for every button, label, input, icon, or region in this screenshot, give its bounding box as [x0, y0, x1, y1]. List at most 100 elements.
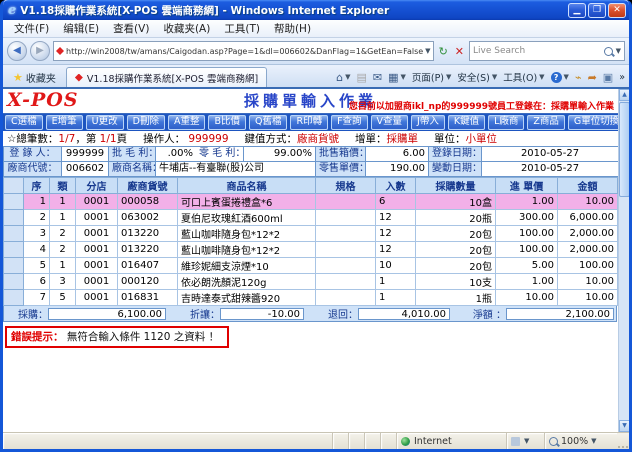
search-dropdown-button[interactable]: ▼: [616, 47, 621, 55]
login-person-field[interactable]: 999999: [62, 147, 109, 162]
table-cell: 5: [24, 258, 50, 274]
table-row[interactable]: 320001013220藍山咖啡隨身包*12*21220包100.002,000…: [4, 226, 618, 242]
vendor-name-label: 廠商名稱：: [109, 162, 156, 177]
toolbar-button[interactable]: G單位切換: [568, 115, 625, 130]
login-date-field[interactable]: 2010-05-27: [482, 147, 618, 162]
change-date-field[interactable]: 2010-05-27: [482, 162, 618, 177]
summary-row: 採購： 6,100.00 折讓： -10.00 退回： 4,010.00 淨額 …: [3, 306, 617, 322]
table-row[interactable]: 420001013220藍山咖啡隨身包*12*21220包100.002,000…: [4, 242, 618, 258]
table-cell: 013220: [118, 242, 178, 258]
table-cell: 1: [50, 194, 76, 210]
table-cell: 4: [24, 242, 50, 258]
table-cell: 0001: [76, 258, 118, 274]
stop-button[interactable]: ✕: [453, 45, 466, 58]
row-selector-cell[interactable]: [4, 226, 24, 242]
operator-label: 操作人：: [143, 133, 185, 145]
toolbar-button[interactable]: J帶入: [411, 115, 445, 130]
menu-item[interactable]: 帮助(H): [267, 20, 318, 37]
tabs-bar: ★ 收藏夹 V1.18採購作業系統[X-POS 雲端商務網] ⌂▼ ▤ ✉ ▦▼…: [3, 65, 629, 89]
toolbar-button[interactable]: D刪除: [127, 115, 165, 130]
scrollbar-up-button[interactable]: ▲: [619, 89, 629, 101]
forward-button[interactable]: ▶: [30, 41, 50, 61]
table-cell: 1.00: [496, 274, 558, 290]
page-menu-button[interactable]: 页面(P)▼: [412, 70, 452, 84]
zoom-control[interactable]: 100% ▼: [545, 433, 617, 449]
favorites-star-icon: ★: [13, 71, 23, 84]
scrollbar-thumb[interactable]: [619, 102, 629, 197]
table-row[interactable]: 630001000120依必朗洗顏泥120g110支1.0010.00: [4, 274, 618, 290]
refresh-button[interactable]: ↻: [437, 45, 450, 58]
menu-item[interactable]: 编辑(E): [56, 20, 106, 37]
home-button[interactable]: ⌂▼: [336, 71, 350, 84]
status-bar: Internet ▼ 100% ▼: [3, 432, 629, 449]
table-cell: 1: [376, 290, 416, 306]
toolbar-button[interactable]: F查詢: [331, 115, 367, 130]
table-header-cell: 金額: [558, 178, 618, 194]
vendor-code-field[interactable]: 006602: [62, 162, 109, 177]
feed-button[interactable]: ▤: [356, 71, 366, 84]
quick-tool-icon[interactable]: ⌁: [575, 71, 582, 84]
error-label: 錯誤提示：: [11, 331, 64, 343]
box-price-field[interactable]: 6.00: [366, 147, 429, 162]
overflow-chevron[interactable]: »: [619, 72, 625, 83]
table-row[interactable]: 210001063002夏伯尼玫瑰紅酒600ml1220瓶300.006,000…: [4, 210, 618, 226]
toolbar-button[interactable]: Q舊檔: [249, 115, 287, 130]
toolbar-button[interactable]: B比價: [208, 115, 246, 130]
toolbar-button[interactable]: A重整: [168, 115, 206, 130]
row-selector-cell[interactable]: [4, 290, 24, 306]
vendor-name-field[interactable]: 牛埔店--有臺聯(股)公司: [156, 162, 316, 177]
send-to-icon[interactable]: ➦: [588, 71, 597, 84]
row-selector-cell[interactable]: [4, 210, 24, 226]
scrollbar-down-button[interactable]: ▼: [619, 420, 629, 432]
toolbar-button[interactable]: V查量: [371, 115, 409, 130]
table-header-row: 序類分店廠商貨號商品名稱規格入數採購數量進 單價金額: [4, 178, 618, 194]
protected-mode-button[interactable]: ▼: [507, 433, 545, 449]
close-button[interactable]: ✕: [608, 3, 626, 18]
safety-menu-button[interactable]: 安全(S)▼: [457, 70, 497, 84]
favorites-button[interactable]: ★ 收藏夹: [7, 68, 62, 87]
row-selector-cell[interactable]: [4, 274, 24, 290]
resize-grip[interactable]: [617, 433, 629, 449]
batch-margin-field[interactable]: .00%: [156, 147, 196, 162]
toolbar-button[interactable]: R印轉: [290, 115, 328, 130]
toolbar-button[interactable]: K鍵值: [448, 115, 485, 130]
menu-item[interactable]: 收藏夹(A): [156, 20, 217, 37]
minimize-button[interactable]: ▁: [568, 3, 586, 18]
retail-price-field[interactable]: 190.00: [366, 162, 429, 177]
address-input[interactable]: http://win2008/tw/amans/Caigodan.asp?Pag…: [53, 41, 434, 61]
toolbar-button[interactable]: U更改: [86, 115, 124, 130]
help-button[interactable]: ?▼: [551, 72, 569, 83]
address-dropdown-button[interactable]: ▼: [425, 47, 430, 55]
table-row[interactable]: 510001016407維珍妮細支涼煙*101020包5.00100.00: [4, 258, 618, 274]
maximize-button[interactable]: ❒: [588, 3, 606, 18]
table-cell: 吉時達泰式甜辣醬920: [178, 290, 316, 306]
table-cell: 2,000.00: [558, 242, 618, 258]
retail-margin-field[interactable]: 99.00%: [244, 147, 316, 162]
menu-item[interactable]: 工具(T): [217, 20, 267, 37]
toolbar-button[interactable]: C選檔: [5, 115, 43, 130]
row-selector-cell[interactable]: [4, 258, 24, 274]
table-cell: 10支: [416, 274, 496, 290]
toolbar-button[interactable]: E增筆: [46, 115, 83, 130]
print-button[interactable]: ▦▼: [388, 71, 406, 84]
menu-item[interactable]: 文件(F): [7, 20, 56, 37]
table-row[interactable]: 750001016831吉時達泰式甜辣醬92011瓶10.0010.00: [4, 290, 618, 306]
tools-menu-button[interactable]: 工具(O)▼: [503, 70, 544, 84]
row-selector-cell[interactable]: [4, 242, 24, 258]
search-input[interactable]: Live Search ▼: [469, 41, 625, 61]
browser-tab[interactable]: V1.18採購作業系統[X-POS 雲端商務網]: [66, 67, 267, 87]
tab-title: V1.18採購作業系統[X-POS 雲端商務網]: [87, 71, 258, 85]
read-mail-button[interactable]: ✉: [373, 71, 382, 84]
table-row[interactable]: 110001000058可口上賓蛋捲禮盒*6610盒1.0010.00: [4, 194, 618, 210]
menu-item[interactable]: 查看(V): [106, 20, 156, 37]
content-scrollbar[interactable]: ▲ ▼: [618, 89, 629, 432]
table-header-cell: 商品名稱: [178, 178, 316, 194]
purchase-total-value: 6,100.00: [48, 308, 166, 320]
table-cell: 3: [24, 226, 50, 242]
row-selector-cell[interactable]: [4, 194, 24, 210]
page-count-value: 1/1: [100, 133, 117, 145]
toolbar-button[interactable]: Z商品: [527, 115, 565, 130]
back-button[interactable]: ◀: [7, 41, 27, 61]
toolbar-button[interactable]: L廠商: [488, 115, 524, 130]
screenshot-tool-icon[interactable]: ▣: [603, 71, 613, 84]
